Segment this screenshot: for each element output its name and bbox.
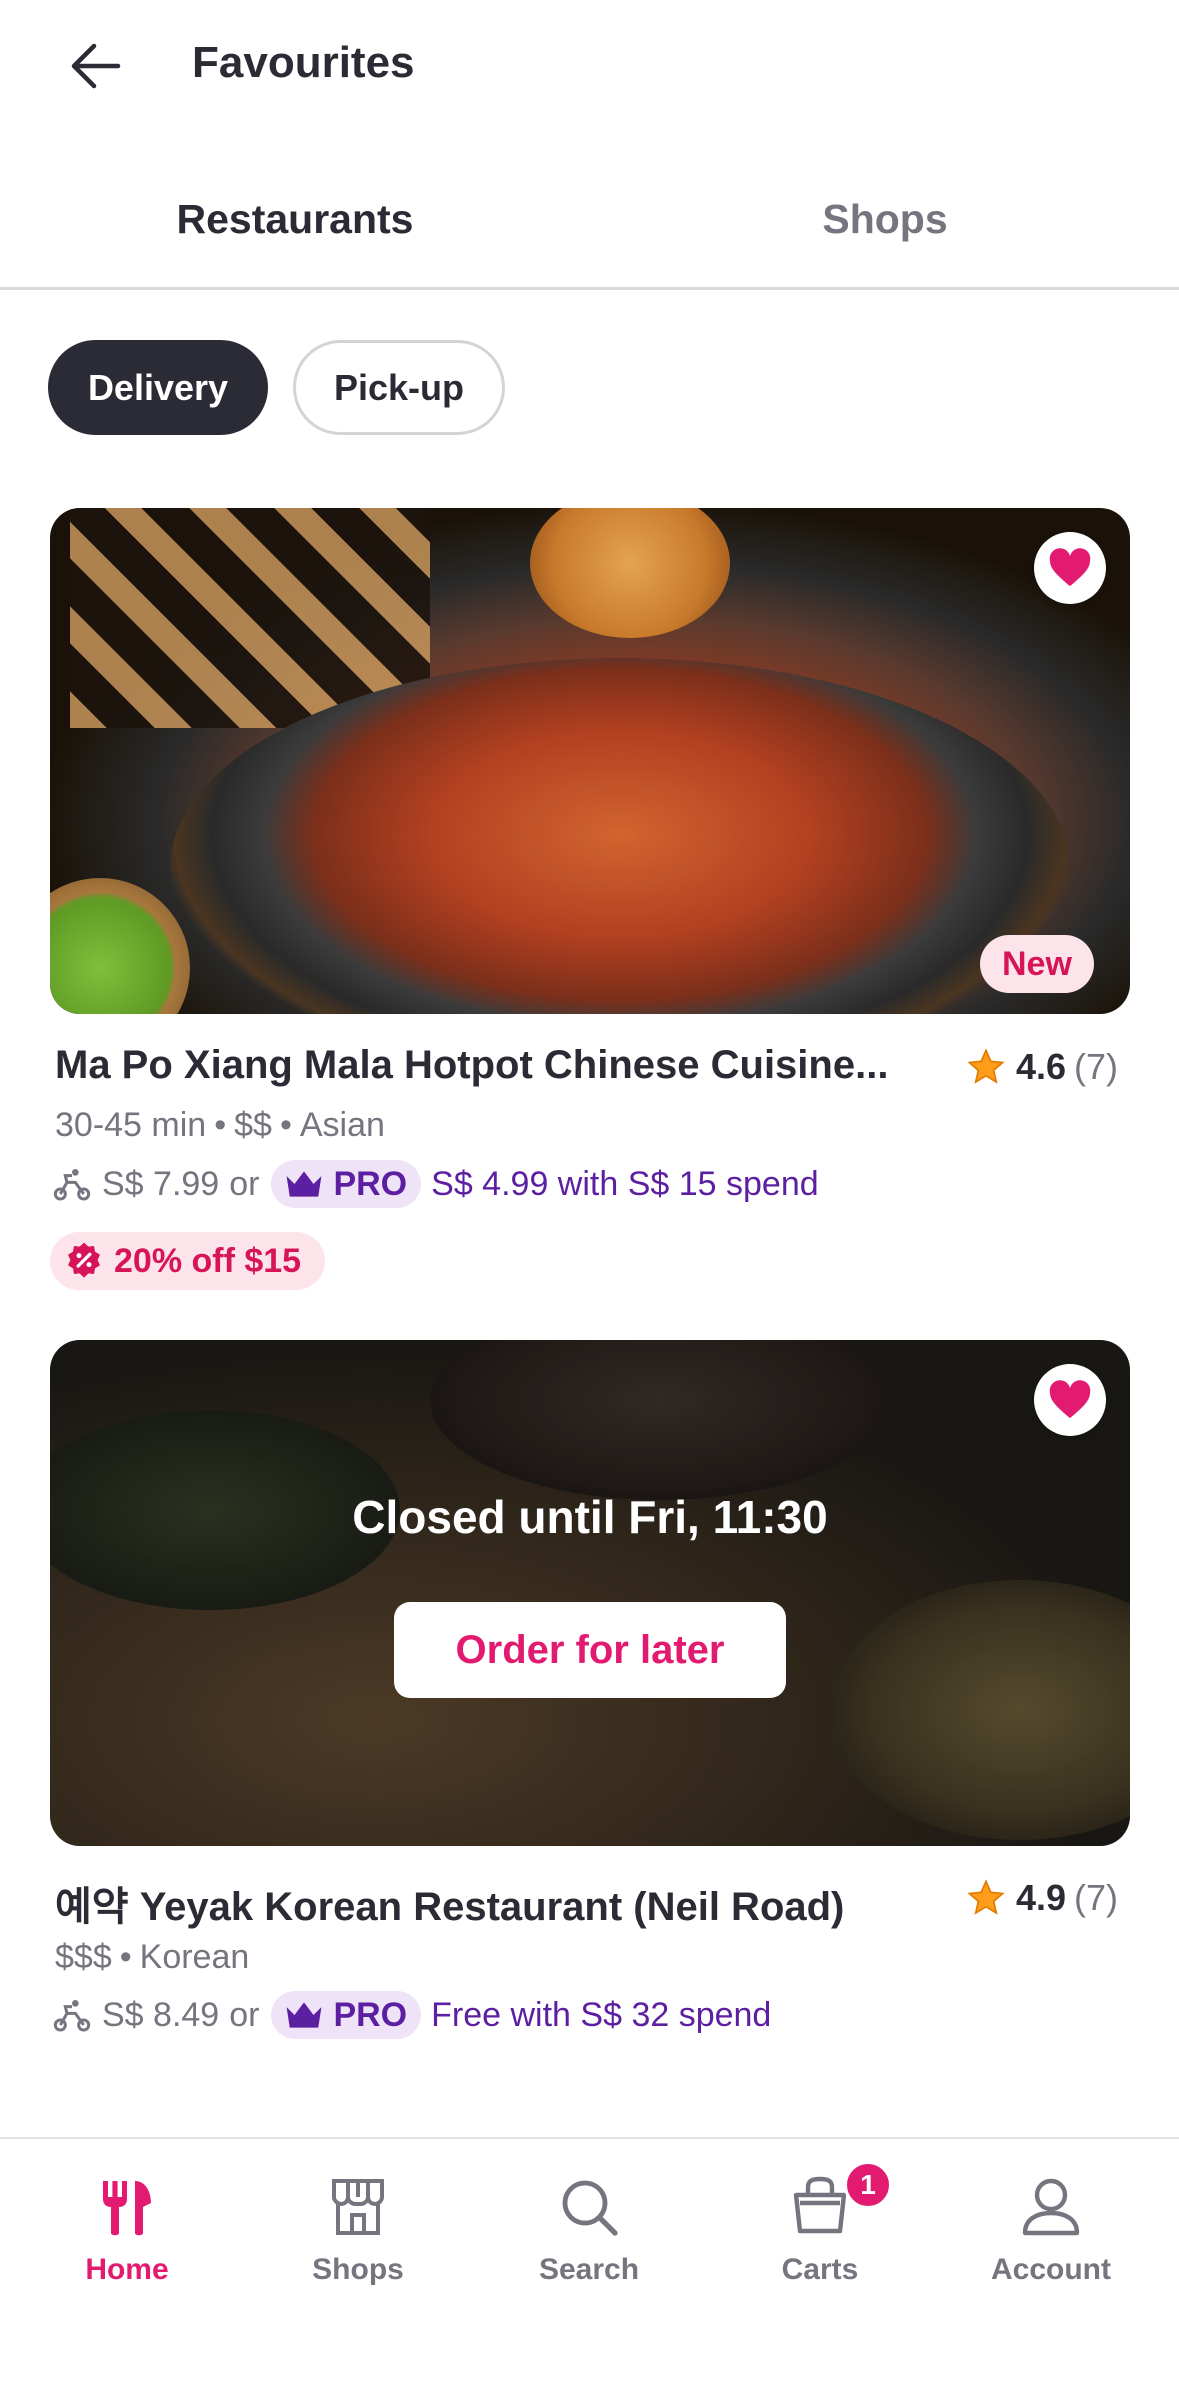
new-badge: New bbox=[980, 935, 1094, 993]
pro-offer: S$ 4.99 with S$ 15 spend bbox=[431, 1164, 819, 1203]
order-for-later-button[interactable]: Order for later bbox=[394, 1602, 786, 1698]
nav-account-label: Account bbox=[991, 2253, 1111, 2286]
cuisine: Korean bbox=[139, 1938, 250, 1976]
discount-icon bbox=[68, 1242, 100, 1278]
heart-icon bbox=[1049, 1380, 1091, 1419]
crown-icon bbox=[287, 1171, 322, 1197]
discount-text: 20% off $15 bbox=[114, 1241, 302, 1280]
store-icon bbox=[332, 2179, 384, 2235]
pickup-filter-chip[interactable]: Pick-up bbox=[293, 340, 505, 435]
delivery-fee: S$ 7.99 bbox=[102, 1164, 220, 1203]
closed-status: Closed until Fri, 11:30 bbox=[352, 1491, 828, 1543]
delivery-rider-icon bbox=[53, 2000, 91, 2032]
search-icon bbox=[562, 2180, 618, 2236]
tab-shops[interactable]: Shops bbox=[590, 196, 1179, 243]
restaurant-image[interactable] bbox=[50, 1340, 1130, 1846]
cuisine: Asian bbox=[299, 1106, 385, 1144]
delivery-fee-row: S$ 7.99 or PRO S$ 4.99 with S$ 15 spend bbox=[52, 1160, 819, 1208]
favourite-button[interactable] bbox=[1034, 532, 1106, 604]
restaurant-image[interactable] bbox=[50, 508, 1130, 1014]
delivery-filter-chip[interactable]: Delivery bbox=[48, 340, 268, 435]
cart-icon bbox=[793, 2176, 847, 2234]
nav-home-label: Home bbox=[85, 2253, 169, 2286]
pro-offer: Free with S$ 32 spend bbox=[431, 1995, 772, 2034]
user-icon bbox=[1022, 2178, 1080, 2236]
pro-badge: PRO bbox=[271, 1991, 422, 2039]
delivery-time: 30-45 min bbox=[55, 1106, 207, 1144]
pro-badge: PRO bbox=[271, 1160, 422, 1208]
back-button[interactable] bbox=[56, 26, 136, 106]
tab-restaurants[interactable]: Restaurants bbox=[0, 196, 590, 243]
nav-home[interactable]: Home bbox=[27, 2167, 227, 2287]
nav-search[interactable]: Search bbox=[489, 2167, 689, 2287]
favourite-button[interactable] bbox=[1034, 1364, 1106, 1436]
cutlery-icon bbox=[103, 2181, 151, 2236]
restaurant-meta: $$$ • Korean bbox=[55, 1938, 250, 1976]
tab-bar: Restaurants Shops bbox=[0, 160, 1179, 290]
restaurant-name[interactable]: Ma Po Xiang Mala Hotpot Chinese Cuisine.… bbox=[55, 1043, 888, 1088]
nav-search-label: Search bbox=[538, 2253, 640, 2286]
pro-label: PRO bbox=[333, 1995, 408, 2034]
rating-count: (7) bbox=[1074, 1877, 1119, 1918]
app-header: Favourites bbox=[0, 0, 1179, 135]
or-text: or bbox=[229, 1164, 260, 1203]
star-icon bbox=[967, 1879, 1005, 1915]
arrow-left-icon bbox=[71, 43, 121, 89]
nav-shops-label: Shops bbox=[312, 2253, 404, 2286]
nav-shops[interactable]: Shops bbox=[258, 2167, 458, 2287]
restaurant-name[interactable]: 예약 Yeyak Korean Restaurant (Neil Road) bbox=[55, 1874, 844, 1932]
delivery-fee-row: S$ 8.49 or PRO Free with S$ 32 spend bbox=[52, 1991, 771, 2039]
nav-carts-label: Carts bbox=[781, 2253, 859, 2286]
heart-icon bbox=[1049, 548, 1091, 587]
delivery-rider-icon bbox=[53, 1169, 91, 1201]
page-title: Favourites bbox=[192, 38, 415, 87]
delivery-fee: S$ 8.49 bbox=[102, 1995, 220, 2034]
cart-count-badge: 1 bbox=[844, 2161, 892, 2209]
nav-account[interactable]: Account bbox=[951, 2167, 1151, 2287]
price-level: $$$ bbox=[55, 1938, 112, 1976]
rating-value: 4.9 bbox=[1016, 1877, 1067, 1918]
star-icon bbox=[967, 1048, 1005, 1084]
rating-count: (7) bbox=[1074, 1046, 1119, 1087]
bottom-nav: Home Shops Search 1 Carts Account bbox=[0, 2137, 1179, 2396]
pro-label: PRO bbox=[333, 1164, 408, 1203]
restaurant-meta: 30-45 min • $$ • Asian bbox=[55, 1106, 385, 1144]
rating-value: 4.6 bbox=[1016, 1046, 1067, 1087]
rating: 4.6 (7) bbox=[966, 1046, 1118, 1088]
price-level: $$ bbox=[234, 1106, 272, 1144]
crown-icon bbox=[287, 2002, 322, 2028]
discount-badge: 20% off $15 bbox=[50, 1232, 326, 1290]
or-text: or bbox=[229, 1995, 260, 2034]
nav-carts[interactable]: 1 Carts bbox=[720, 2161, 920, 2287]
rating: 4.9 (7) bbox=[966, 1877, 1118, 1919]
